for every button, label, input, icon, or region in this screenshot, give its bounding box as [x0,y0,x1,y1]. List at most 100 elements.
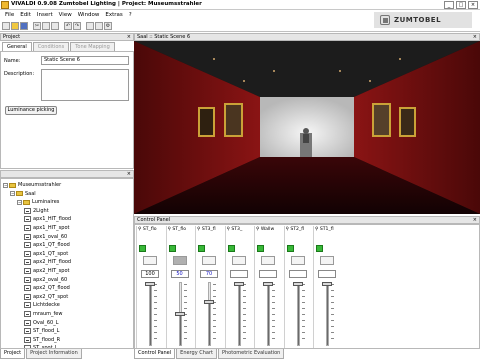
menu-help[interactable]: ? [126,12,135,18]
channel-color-swatch[interactable] [290,256,305,265]
description-field[interactable] [41,69,129,101]
dimmer-slider-thumb[interactable] [233,282,244,286]
dimmer-slider-thumb[interactable] [174,312,185,316]
channel-value-field[interactable] [318,270,336,278]
dimmer-slider-thumb[interactable] [145,282,155,286]
tab-project[interactable]: Project [0,349,26,359]
channel-on-toggle[interactable] [168,245,176,252]
luminance-picking-button[interactable]: Luminance picking [5,106,57,115]
tab-project-information[interactable]: Project Information [26,349,82,359]
open-icon[interactable] [11,22,19,30]
menu-window[interactable]: Window [75,12,103,18]
channel-value-field[interactable]: 50 [170,270,189,278]
expand-icon[interactable]: − [17,199,22,205]
channel-value-field[interactable] [229,270,248,278]
dimmer-slider-thumb[interactable] [204,300,214,304]
undo-icon[interactable]: ↶ [64,22,72,30]
dimmer-slider-thumb[interactable] [292,282,303,286]
channel-color-swatch[interactable] [172,256,187,265]
dimmer-slider-track[interactable] [208,282,211,346]
close-viewport-icon[interactable]: × [473,34,477,40]
luminaire-icon [24,293,31,300]
save-icon[interactable] [20,22,28,30]
tree-item[interactable]: apx2_HIT_spot [24,267,69,275]
cut-icon[interactable]: ✂ [33,22,41,30]
menu-insert[interactable]: Insert [34,12,56,18]
tree-item[interactable]: apx2_HIT_flood [24,258,71,266]
channel-color-swatch[interactable] [261,256,275,265]
expand-icon[interactable]: − [10,191,15,197]
tree-item[interactable]: mraum_few [24,310,62,318]
render-viewport[interactable] [134,41,480,214]
menu-edit[interactable]: Edit [17,12,34,18]
minimize-icon[interactable]: _ [444,1,454,9]
menu-file[interactable]: File [2,12,17,18]
tab-conditions[interactable]: Conditions [32,42,70,51]
tab-energy-chart[interactable]: Energy Chart [176,349,217,359]
tree-item[interactable]: ST_flood_L [24,327,59,335]
tree-item[interactable]: apx1_QT_flood [24,241,70,249]
tree-item[interactable]: − Luminaires [17,198,59,206]
tree-item[interactable]: ST_flood_R [24,336,60,344]
channel-strip: ⚲ ST2_fl [283,226,313,348]
name-field[interactable]: Static Scene 6 [41,56,129,65]
tab-photometric-evaluation[interactable]: Photometric Evaluation [218,349,285,359]
channel-color-swatch[interactable] [202,256,216,265]
tree-item[interactable]: apx1_HIT_flood [24,215,71,223]
channel-on-toggle[interactable] [139,245,146,252]
tree-item[interactable]: apx1_HIT_spot [24,224,69,232]
channel-color-swatch[interactable] [231,256,246,265]
close-control-panel-icon[interactable]: × [473,217,477,223]
menu-extras[interactable]: Extras [102,12,125,18]
tree-item[interactable]: apx2_oval_60 [24,276,67,284]
tree-item[interactable]: − Museumsstrahler [3,181,61,189]
luminaire-icon [24,233,31,240]
dimmer-slider-thumb[interactable] [263,282,273,286]
tree-item[interactable]: − Saal [10,190,36,198]
control-panel: ⚲ ST_flo 100 ⚲ ST_flo 50 ⚲ ST3_fl 70 ⚲ ST3_ ⚲ W… [134,224,480,349]
channel-on-toggle[interactable] [286,245,294,252]
channel-color-swatch[interactable] [320,256,334,265]
menu-view[interactable]: View [56,12,75,18]
settings-icon[interactable]: ⚙ [104,22,112,30]
redo-icon[interactable]: ↷ [73,22,81,30]
dimmer-slider-track[interactable] [149,282,152,346]
luminaire-icon [24,319,31,326]
viewport-title: Saal :: Static Scene 6 [137,34,191,40]
channel-strip: ⚲ ST1_fl [313,226,342,348]
channel-on-toggle[interactable] [316,245,323,252]
tab-tone-mapping[interactable]: Tone Mapping [70,42,115,51]
dimmer-slider-track[interactable] [267,282,270,346]
expand-icon[interactable]: − [3,182,8,188]
paste-icon[interactable] [51,22,59,30]
tree-item[interactable]: apx2_QT_spot [24,293,68,301]
tree-item[interactable]: 2Light [24,207,49,215]
close-icon[interactable]: × [468,1,478,9]
zoom-icon[interactable] [95,22,103,30]
tab-general[interactable]: General [2,42,32,51]
tree-item[interactable]: apx2_QT_flood [24,284,70,292]
channel-color-swatch[interactable] [143,256,157,265]
dimmer-slider-track[interactable] [296,282,300,346]
channel-value-field[interactable] [288,270,307,278]
copy-icon[interactable] [42,22,50,30]
tree-item[interactable]: Oval_60_L [24,319,59,327]
channel-on-toggle[interactable] [198,245,205,252]
close-tree-icon[interactable]: × [127,171,131,177]
channel-value-field[interactable]: 100 [141,270,159,278]
print-icon[interactable] [86,22,94,30]
dimmer-slider-track[interactable] [326,282,329,346]
tree-item[interactable]: apx1_QT_spot [24,250,68,258]
dimmer-slider-thumb[interactable] [322,282,332,286]
channel-value-field[interactable]: 70 [200,270,218,278]
channel-on-toggle[interactable] [257,245,264,252]
tree-item[interactable]: Lichtdecke [24,301,60,309]
channel-value-field[interactable] [259,270,277,278]
close-panel-icon[interactable]: × [127,34,131,40]
channel-on-toggle[interactable] [227,245,235,252]
dimmer-slider-track[interactable] [237,282,241,346]
maximize-icon[interactable]: □ [456,1,466,9]
new-icon[interactable] [2,22,10,30]
tab-control-panel[interactable]: Control Panel [134,349,176,359]
tree-item[interactable]: apx1_oval_60 [24,233,67,241]
